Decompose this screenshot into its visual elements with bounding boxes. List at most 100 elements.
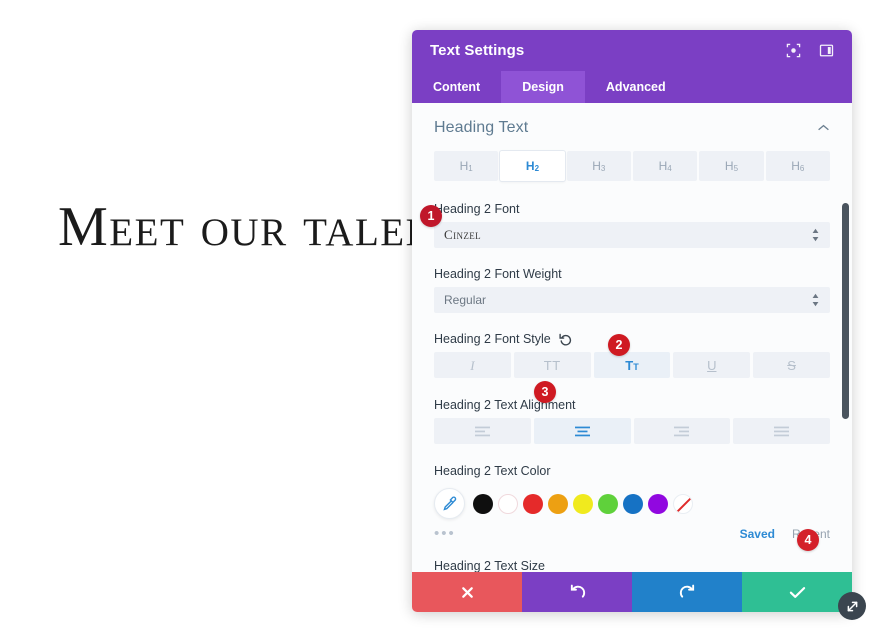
swatch-black[interactable] <box>473 493 493 514</box>
close-icon <box>461 586 473 598</box>
font-label-text: Heading 2 Font <box>434 202 520 216</box>
swatch-orange[interactable] <box>548 493 568 514</box>
focus-icon[interactable] <box>786 43 801 58</box>
text-settings-modal: Text Settings Content Design Advanced He… <box>412 30 852 612</box>
chevron-up-icon[interactable] <box>817 119 830 137</box>
modal-tab-bar: Content Design Advanced <box>412 71 852 103</box>
swatch-purple[interactable] <box>648 493 668 514</box>
cancel-button[interactable] <box>412 572 522 612</box>
h5-sub: 5 <box>733 163 739 173</box>
h1-sub: 1 <box>468 163 473 173</box>
align-justify-icon <box>774 426 790 436</box>
text-alignment-options <box>434 418 830 444</box>
annotation-badge-3: 3 <box>534 381 556 403</box>
section-title: Heading Text <box>434 119 529 136</box>
swatch-blue[interactable] <box>623 493 643 514</box>
swatch-transparent[interactable] <box>673 493 693 514</box>
align-center-button[interactable] <box>533 418 631 444</box>
screen: Meet our talent Text Settings Content De… <box>0 0 880 636</box>
heading-tab-h5[interactable]: H5 <box>699 151 764 181</box>
h3-label: H <box>592 159 601 173</box>
modal-body: Heading Text H1 H2 H3 H4 H5 H6 Heading 2… <box>412 103 852 572</box>
heading-tab-h1[interactable]: H1 <box>434 151 499 181</box>
text-size-field-label: Heading 2 Text Size <box>434 559 830 572</box>
redo-icon <box>679 584 694 598</box>
eyedropper-icon[interactable] <box>434 488 465 519</box>
align-left-button[interactable] <box>434 418 531 444</box>
text-alignment-label-text: Heading 2 Text Alignment <box>434 398 576 412</box>
diagonal-resize-icon <box>847 601 857 611</box>
resize-handle[interactable] <box>838 592 866 620</box>
h5-label: H <box>724 159 734 173</box>
font-field-label: Heading 2 Font <box>434 202 830 216</box>
font-weight-value: Regular <box>444 293 487 307</box>
h4-sub: 4 <box>667 163 672 173</box>
saved-colors-link[interactable]: Saved <box>740 527 775 541</box>
heading-tab-h4[interactable]: H4 <box>632 151 698 181</box>
modal-footer <box>412 572 852 612</box>
color-swatch-row <box>434 488 830 519</box>
more-colors-button[interactable]: ••• <box>434 526 723 541</box>
modal-title: Text Settings <box>430 42 525 59</box>
h4-label: H <box>658 159 668 173</box>
font-style-underline[interactable]: U <box>673 352 751 378</box>
spinner-arrows-icon <box>812 228 819 242</box>
heading-tab-h2[interactable]: H2 <box>500 151 565 181</box>
swatch-green[interactable] <box>598 493 618 514</box>
layout-panel-icon[interactable] <box>819 43 834 58</box>
check-icon <box>789 586 805 598</box>
modal-header: Text Settings <box>412 30 852 71</box>
h3-sub: 3 <box>600 163 606 173</box>
panel-scrollbar[interactable] <box>842 203 849 419</box>
text-color-label-text: Heading 2 Text Color <box>434 464 551 478</box>
undo-button[interactable] <box>522 572 632 612</box>
align-left-icon <box>474 426 490 436</box>
tab-content[interactable]: Content <box>412 71 501 103</box>
uppercase-icon: TT <box>543 357 561 373</box>
canvas-heading-text[interactable]: Meet our talent <box>58 196 461 258</box>
h1-label: H <box>459 159 469 173</box>
font-select[interactable]: Cinzel <box>434 222 830 248</box>
small-caps-icon: TT <box>625 357 639 373</box>
font-style-strikethrough[interactable]: S <box>753 352 830 378</box>
font-style-field-label: Heading 2 Font Style <box>434 332 830 346</box>
text-color-field-label: Heading 2 Text Color <box>434 464 830 478</box>
reset-arrow-icon[interactable] <box>559 333 572 346</box>
swatch-yellow[interactable] <box>573 493 593 514</box>
spinner-arrows-icon <box>812 293 819 307</box>
redo-button[interactable] <box>632 572 742 612</box>
tab-design[interactable]: Design <box>501 71 585 103</box>
font-value: Cinzel <box>444 227 482 242</box>
font-style-label-text: Heading 2 Font Style <box>434 332 551 346</box>
heading-tab-h6[interactable]: H6 <box>765 151 830 181</box>
font-style-italic[interactable]: I <box>434 352 511 378</box>
font-weight-select[interactable]: Regular <box>434 287 830 313</box>
modal-header-actions <box>786 43 834 58</box>
underline-icon: U <box>707 357 717 373</box>
align-justify-button[interactable] <box>733 418 830 444</box>
align-right-icon <box>674 426 690 436</box>
color-meta-row: ••• Saved Recent <box>434 526 830 541</box>
font-style-small-caps[interactable]: TT <box>593 352 671 378</box>
swatch-red[interactable] <box>523 493 543 514</box>
undo-icon <box>570 584 585 598</box>
h2-sub: 2 <box>534 163 540 173</box>
tab-advanced[interactable]: Advanced <box>585 71 687 103</box>
annotation-badge-4: 4 <box>797 529 819 551</box>
save-button[interactable] <box>742 572 852 612</box>
text-size-label-text: Heading 2 Text Size <box>434 559 545 572</box>
h6-sub: 6 <box>799 163 805 173</box>
heading-level-tabs: H1 H2 H3 H4 H5 H6 <box>434 151 830 181</box>
font-weight-field-label: Heading 2 Font Weight <box>434 267 830 281</box>
section-heading-text[interactable]: Heading Text <box>434 117 830 151</box>
h6-label: H <box>791 159 800 173</box>
align-right-button[interactable] <box>633 418 731 444</box>
annotation-badge-1: 1 <box>420 205 442 227</box>
swatch-white[interactable] <box>498 493 518 514</box>
heading-tab-h3[interactable]: H3 <box>566 151 631 181</box>
font-style-options: I TT TT U S <box>434 352 830 378</box>
h2-label: H <box>525 159 535 173</box>
italic-icon: I <box>470 357 475 373</box>
align-center-icon <box>574 426 590 436</box>
font-style-uppercase[interactable]: TT <box>513 352 591 378</box>
